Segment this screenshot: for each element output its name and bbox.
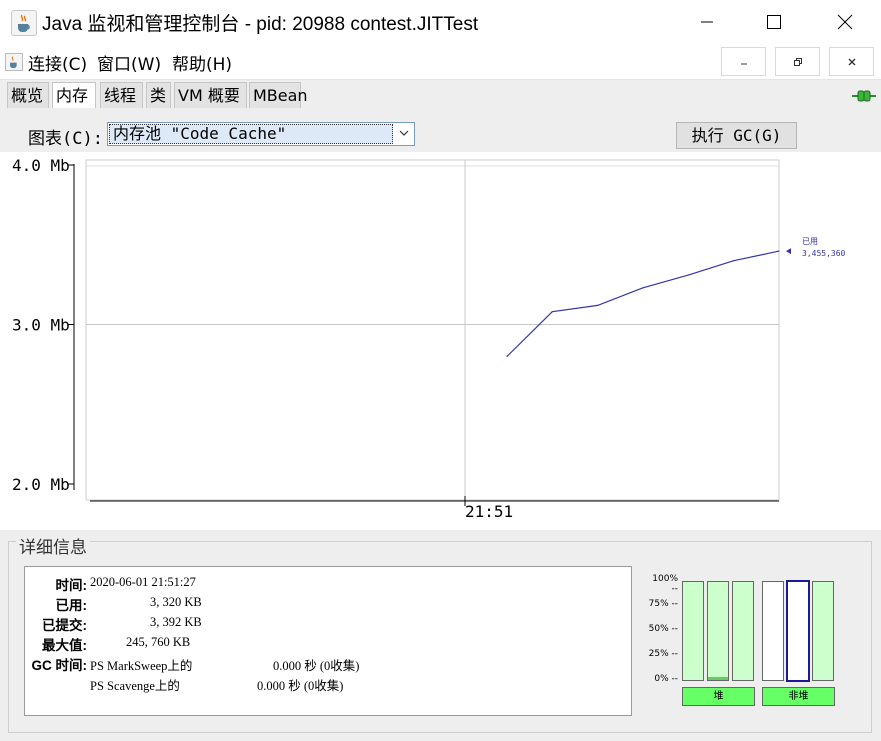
gc-time-1: 0.000 秒 (0收集): [273, 659, 360, 673]
pct-label-0: 0% --: [654, 674, 678, 684]
internal-restore-button[interactable]: [775, 47, 820, 76]
memory-chart-svg: 4.0 Mb 3.0 Mb 2.0 Mb 21:51 已用 3,455,360: [12, 156, 846, 521]
y-tick-label: 2.0 Mb: [12, 475, 70, 494]
gc-collector-2: PS Scavenge上的: [90, 679, 180, 693]
pool-bar-fill: [708, 677, 728, 680]
x-tick-label: 21:51: [465, 502, 513, 521]
gc-time-2: 0.000 秒 (0收集): [257, 679, 344, 693]
committed-label: 已提交:: [42, 618, 87, 633]
maximize-window-button[interactable]: [750, 0, 798, 44]
heap-pool-bar[interactable]: [732, 581, 754, 681]
time-value: 2020-06-01 21:51:27: [90, 575, 196, 589]
tab-vm-summary[interactable]: VM 概要: [174, 82, 247, 108]
menu-window[interactable]: 窗口(W): [97, 50, 161, 75]
tab-classes[interactable]: 类: [146, 82, 171, 108]
used-series-point: [687, 274, 689, 276]
perform-gc-button[interactable]: 执行 GC(G): [676, 122, 797, 149]
memory-chart: 4.0 Mb 3.0 Mb 2.0 Mb 21:51 已用 3,455,360: [0, 152, 881, 530]
chart-selector-label: 图表(C):: [28, 129, 103, 149]
java-coffee-icon: [5, 53, 23, 71]
tab-threads[interactable]: 线程: [100, 82, 143, 108]
internal-close-button[interactable]: [829, 47, 874, 76]
heap-label[interactable]: 堆: [682, 687, 755, 706]
tab-memory[interactable]: 内存: [52, 82, 96, 109]
chevron-down-icon: [398, 127, 410, 142]
latest-series-name: 已用: [802, 237, 818, 246]
gc-time-label: GC 时间:: [31, 658, 88, 673]
close-icon: [837, 14, 853, 30]
memory-pool-chart: 100% -- 75% -- 50% -- 25% -- 0% -- 堆 非堆: [638, 566, 842, 716]
max-label: 最大值:: [42, 638, 87, 653]
restore-icon: [793, 57, 802, 66]
heap-pool-bar[interactable]: [682, 581, 704, 681]
used-series-point: [642, 287, 644, 289]
y-tick-label: 3.0 Mb: [12, 316, 70, 335]
java-coffee-icon: [11, 10, 37, 36]
used-value: 3, 320 KB: [150, 595, 202, 609]
latest-value-marker: [786, 248, 791, 255]
pct-label-75: 75% --: [648, 599, 678, 609]
used-label: 已用:: [55, 598, 88, 613]
window-title: Java 监视和管理控制台 - pid: 20988 contest.JITTe…: [42, 14, 479, 35]
used-series-point: [551, 311, 553, 313]
tab-mbean[interactable]: MBean: [249, 82, 308, 108]
close-icon: [848, 58, 855, 65]
used-series-point: [733, 260, 735, 262]
committed-value: 3, 392 KB: [150, 615, 202, 629]
y-tick-label: 4.0 Mb: [12, 156, 70, 175]
nonheap-pool-bar[interactable]: [762, 581, 784, 681]
details-title: 详细信息: [16, 533, 90, 558]
minimize-icon: [701, 21, 713, 23]
close-window-button[interactable]: [821, 0, 869, 44]
internal-minimize-button[interactable]: [721, 47, 766, 76]
used-series-point: [778, 250, 780, 252]
gc-collector-1: PS MarkSweep上的: [90, 659, 193, 673]
nonheap-pool-bar-selected[interactable]: [786, 580, 810, 682]
latest-series-value: 3,455,360: [802, 249, 846, 258]
pct-label-50: 50% --: [648, 624, 678, 634]
heap-pool-bar[interactable]: [707, 581, 729, 681]
tab-overview[interactable]: 概览: [7, 82, 49, 108]
menu-connect[interactable]: 连接(C): [28, 50, 87, 75]
pct-label-100: 100% --: [652, 574, 678, 594]
used-series-point: [506, 355, 508, 357]
chart-selector-dropdown[interactable]: 内存池 "Code Cache": [107, 122, 415, 146]
minimize-window-button[interactable]: [683, 0, 731, 44]
minimize-icon: [740, 63, 747, 64]
max-value: 245, 760 KB: [126, 635, 191, 649]
connection-status-icon: [852, 88, 876, 107]
time-label: 时间:: [55, 578, 88, 593]
chart-selector-value: 内存池 "Code Cache": [109, 124, 393, 144]
maximize-icon: [767, 15, 781, 29]
nonheap-label[interactable]: 非堆: [762, 687, 835, 706]
plot-frame: [85, 159, 780, 501]
menu-help[interactable]: 帮助(H): [172, 50, 232, 75]
nonheap-pool-bar[interactable]: [812, 581, 834, 681]
details-panel: 时间: 2020-06-01 21:51:27 已用: 3, 320 KB 已提…: [24, 566, 632, 716]
pct-label-25: 25% --: [648, 649, 678, 659]
used-series-point: [597, 304, 599, 306]
